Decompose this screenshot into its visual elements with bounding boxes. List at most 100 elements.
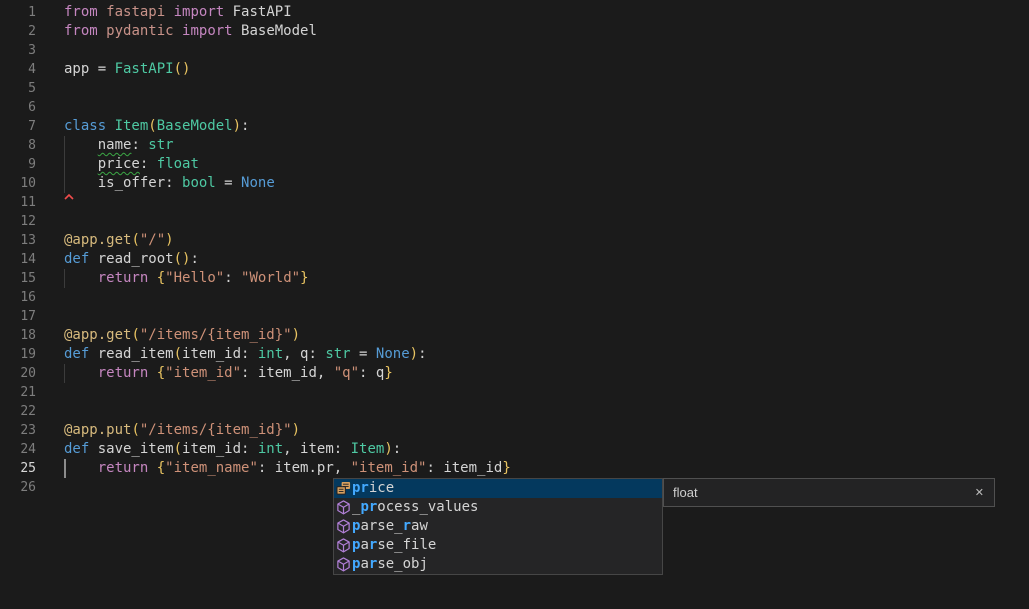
code-token: "Hello" bbox=[165, 270, 224, 286]
suggest-item-parse_raw[interactable]: parse_raw bbox=[334, 517, 662, 536]
code-token: str bbox=[325, 346, 350, 362]
line-number: 9 bbox=[0, 155, 36, 174]
code-line-25[interactable]: 25 return {"item_name": item.pr, "item_i… bbox=[0, 459, 1029, 478]
code-token: "q" bbox=[334, 365, 359, 381]
code-token: : bbox=[224, 270, 241, 286]
code-token: ( bbox=[174, 346, 182, 362]
code-line-15[interactable]: 15 return {"Hello": "World"} bbox=[0, 269, 1029, 288]
code-token: () bbox=[174, 251, 191, 267]
code-line-11[interactable]: 11 bbox=[0, 193, 1029, 212]
code-line-20[interactable]: 20 return {"item_id": item_id, "q": q} bbox=[0, 364, 1029, 383]
code-token: float bbox=[157, 156, 199, 172]
line-number: 24 bbox=[0, 440, 36, 459]
code-line-13[interactable]: 13@app.get("/") bbox=[0, 231, 1029, 250]
code-line-content: @app.get("/") bbox=[64, 231, 174, 250]
line-number: 23 bbox=[0, 421, 36, 440]
code-line-content: def read_item(item_id: int, q: str = Non… bbox=[64, 345, 427, 364]
code-token: str bbox=[148, 137, 173, 153]
code-line-3[interactable]: 3 bbox=[0, 41, 1029, 60]
line-number: 18 bbox=[0, 326, 36, 345]
code-line-8[interactable]: 8 name: str bbox=[0, 136, 1029, 155]
line-number: 12 bbox=[0, 212, 36, 231]
suggest-item-process_values[interactable]: _process_values bbox=[334, 498, 662, 517]
code-token: ) bbox=[233, 118, 241, 134]
code-token: read_item bbox=[98, 346, 174, 362]
code-token bbox=[64, 270, 98, 286]
code-token: @app.get bbox=[64, 327, 131, 343]
code-token: @app.put bbox=[64, 422, 131, 438]
code-line-12[interactable]: 12 bbox=[0, 212, 1029, 231]
code-token: Item bbox=[351, 441, 385, 457]
code-token: Item bbox=[115, 118, 149, 134]
line-number: 15 bbox=[0, 269, 36, 288]
code-line-14[interactable]: 14def read_root(): bbox=[0, 250, 1029, 269]
code-line-17[interactable]: 17 bbox=[0, 307, 1029, 326]
code-token: ( bbox=[131, 327, 139, 343]
code-line-21[interactable]: 21 bbox=[0, 383, 1029, 402]
code-token: @app.get bbox=[64, 232, 131, 248]
code-token: { bbox=[157, 365, 165, 381]
code-token bbox=[165, 4, 173, 20]
code-line-4[interactable]: 4app = FastAPI() bbox=[0, 60, 1029, 79]
code-token: fastapi bbox=[106, 4, 165, 20]
code-token: : bbox=[131, 137, 148, 153]
code-line-content: return {"item_name": item.pr, "item_id":… bbox=[64, 459, 511, 478]
line-number: 6 bbox=[0, 98, 36, 117]
code-line-24[interactable]: 24def save_item(item_id: int, item: Item… bbox=[0, 440, 1029, 459]
code-token bbox=[148, 270, 156, 286]
code-line-6[interactable]: 6 bbox=[0, 98, 1029, 117]
code-editor[interactable]: 1from fastapi import FastAPI2from pydant… bbox=[0, 0, 1029, 609]
code-token: price bbox=[98, 156, 140, 172]
code-token: ) bbox=[292, 327, 300, 343]
code-line-16[interactable]: 16 bbox=[0, 288, 1029, 307]
code-line-2[interactable]: 2from pydantic import BaseModel bbox=[0, 22, 1029, 41]
suggest-detail-text: float bbox=[673, 485, 698, 500]
code-token: } bbox=[300, 270, 308, 286]
code-line-1[interactable]: 1from fastapi import FastAPI bbox=[0, 3, 1029, 22]
code-token: , q: bbox=[283, 346, 325, 362]
code-line-22[interactable]: 22 bbox=[0, 402, 1029, 421]
suggest-item-label: price bbox=[352, 479, 394, 498]
code-token: "/items/{item_id}" bbox=[140, 422, 292, 438]
suggest-list[interactable]: price_process_valuesparse_rawparse_filep… bbox=[333, 478, 663, 575]
suggest-item-parse_obj[interactable]: parse_obj bbox=[334, 555, 662, 574]
code-line-19[interactable]: 19def read_item(item_id: int, q: str = N… bbox=[0, 345, 1029, 364]
close-icon[interactable]: ✕ bbox=[975, 486, 984, 499]
code-token: save_item bbox=[98, 441, 174, 457]
code-token: import bbox=[174, 4, 225, 20]
code-line-23[interactable]: 23@app.put("/items/{item_id}") bbox=[0, 421, 1029, 440]
code-token: is_offer: bbox=[64, 175, 182, 191]
code-token: None bbox=[376, 346, 410, 362]
code-token: () bbox=[174, 61, 191, 77]
code-line-9[interactable]: 9 price: float bbox=[0, 155, 1029, 174]
line-number: 14 bbox=[0, 250, 36, 269]
code-token: item_id: bbox=[182, 441, 258, 457]
code-token: "World" bbox=[241, 270, 300, 286]
code-token: def bbox=[64, 251, 98, 267]
suggest-item-price[interactable]: price bbox=[334, 479, 662, 498]
code-token: "/items/{item_id}" bbox=[140, 327, 292, 343]
code-line-content: is_offer: bool = None bbox=[64, 174, 275, 193]
code-area[interactable]: 1from fastapi import FastAPI2from pydant… bbox=[0, 3, 1029, 497]
code-token: ( bbox=[148, 118, 156, 134]
code-token: return bbox=[98, 365, 149, 381]
line-number: 10 bbox=[0, 174, 36, 193]
code-token: from bbox=[64, 4, 106, 20]
code-line-content: from fastapi import FastAPI bbox=[64, 3, 292, 22]
code-token: ( bbox=[131, 232, 139, 248]
line-number: 20 bbox=[0, 364, 36, 383]
code-line-5[interactable]: 5 bbox=[0, 79, 1029, 98]
code-token: "item_id" bbox=[351, 460, 427, 476]
code-line-10[interactable]: 10 is_offer: bool = None bbox=[0, 174, 1029, 193]
suggest-item-parse_file[interactable]: parse_file bbox=[334, 536, 662, 555]
code-line-18[interactable]: 18 @app.get("/items/{item_id}") bbox=[0, 326, 1029, 345]
code-line-7[interactable]: 7class Item(BaseModel): bbox=[0, 117, 1029, 136]
code-token: item_id: bbox=[182, 346, 258, 362]
code-token: : q bbox=[359, 365, 384, 381]
code-token: ) bbox=[292, 422, 300, 438]
line-number: 3 bbox=[0, 41, 36, 60]
suggest-widget: price_process_valuesparse_rawparse_filep… bbox=[333, 478, 995, 575]
code-token: FastAPI bbox=[115, 61, 174, 77]
code-line-content: price: float bbox=[64, 155, 199, 174]
code-token: : bbox=[140, 156, 157, 172]
